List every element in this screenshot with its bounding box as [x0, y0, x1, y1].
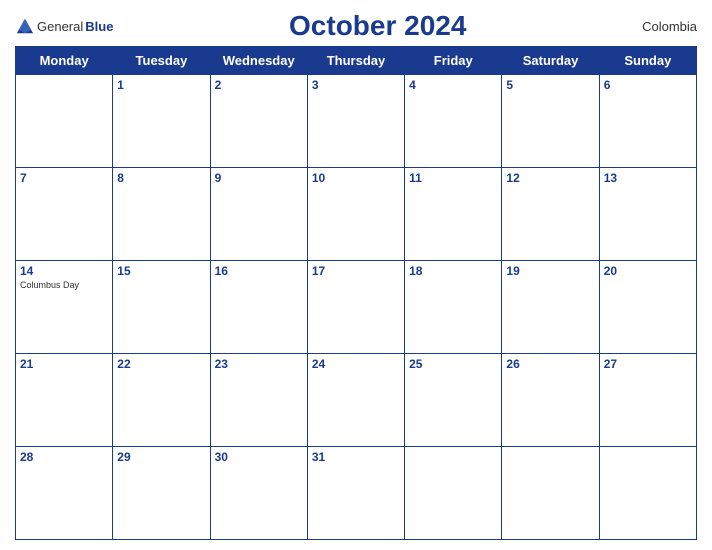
day-number: 1 — [117, 78, 205, 92]
table-row: 4 — [405, 75, 502, 168]
day-number: 7 — [20, 171, 108, 185]
table-row: 15 — [113, 261, 210, 354]
logo-area: General Blue — [15, 17, 113, 35]
title-area: October 2024 — [113, 10, 642, 42]
day-number: 31 — [312, 450, 400, 464]
day-number: 5 — [506, 78, 594, 92]
header-sunday: Sunday — [599, 47, 696, 75]
table-row: 27 — [599, 354, 696, 447]
day-number: 23 — [215, 357, 303, 371]
table-row — [405, 447, 502, 540]
table-row: 3 — [307, 75, 404, 168]
table-row: 31 — [307, 447, 404, 540]
table-row: 25 — [405, 354, 502, 447]
table-row: 16 — [210, 261, 307, 354]
table-row: 18 — [405, 261, 502, 354]
table-row: 29 — [113, 447, 210, 540]
header-monday: Monday — [16, 47, 113, 75]
day-number: 6 — [604, 78, 692, 92]
header-saturday: Saturday — [502, 47, 599, 75]
day-number: 21 — [20, 357, 108, 371]
header-tuesday: Tuesday — [113, 47, 210, 75]
table-row: 7 — [16, 168, 113, 261]
table-row: 22 — [113, 354, 210, 447]
logo-icon — [15, 17, 35, 35]
day-number: 12 — [506, 171, 594, 185]
table-row — [16, 75, 113, 168]
day-number: 2 — [215, 78, 303, 92]
day-number: 22 — [117, 357, 205, 371]
table-row: 2 — [210, 75, 307, 168]
day-number: 18 — [409, 264, 497, 278]
calendar-week-row: 123456 — [16, 75, 697, 168]
calendar-week-row: 789 10 11 12 13 — [16, 168, 697, 261]
table-row: 17 — [307, 261, 404, 354]
table-row: 26 — [502, 354, 599, 447]
day-number: 16 — [215, 264, 303, 278]
day-number: 13 — [604, 171, 692, 185]
table-row: 8 — [113, 168, 210, 261]
day-number: 9 — [215, 171, 303, 185]
day-number: 3 — [312, 78, 400, 92]
table-row: 5 — [502, 75, 599, 168]
table-row: 30 — [210, 447, 307, 540]
day-number: 19 — [506, 264, 594, 278]
table-row: 10 — [307, 168, 404, 261]
day-number: 14 — [20, 264, 108, 278]
calendar-header: General Blue October 2024 Colombia — [15, 10, 697, 42]
day-number: 28 — [20, 450, 108, 464]
logo-blue-text: Blue — [85, 19, 113, 34]
day-number: 4 — [409, 78, 497, 92]
calendar-week-row: 14 Columbus Day 15 16 17 18 19 20 — [16, 261, 697, 354]
table-row: 28 — [16, 447, 113, 540]
table-row: 13 — [599, 168, 696, 261]
header-thursday: Thursday — [307, 47, 404, 75]
calendar-week-row: 21 22 23 24 25 26 27 — [16, 354, 697, 447]
table-row: 24 — [307, 354, 404, 447]
table-row — [502, 447, 599, 540]
table-row: 20 — [599, 261, 696, 354]
table-row: 12 — [502, 168, 599, 261]
day-number: 20 — [604, 264, 692, 278]
table-row: 23 — [210, 354, 307, 447]
table-row: 1 — [113, 75, 210, 168]
table-row: 9 — [210, 168, 307, 261]
calendar-week-row: 28 29 30 31 — [16, 447, 697, 540]
table-row — [599, 447, 696, 540]
logo-general-text: General — [37, 19, 83, 34]
header-wednesday: Wednesday — [210, 47, 307, 75]
table-row: 11 — [405, 168, 502, 261]
day-number: 10 — [312, 171, 400, 185]
calendar-table: Monday Tuesday Wednesday Thursday Friday… — [15, 46, 697, 540]
day-number: 8 — [117, 171, 205, 185]
day-number: 25 — [409, 357, 497, 371]
logo: General Blue — [15, 17, 113, 35]
event-label: Columbus Day — [20, 280, 108, 290]
country-label: Colombia — [642, 19, 697, 34]
day-number: 29 — [117, 450, 205, 464]
table-row: 19 — [502, 261, 599, 354]
day-number: 26 — [506, 357, 594, 371]
weekday-header-row: Monday Tuesday Wednesday Thursday Friday… — [16, 47, 697, 75]
day-number: 30 — [215, 450, 303, 464]
calendar-title: October 2024 — [289, 10, 466, 41]
day-number: 24 — [312, 357, 400, 371]
day-number: 27 — [604, 357, 692, 371]
table-row: 14 Columbus Day — [16, 261, 113, 354]
day-number: 17 — [312, 264, 400, 278]
day-number: 11 — [409, 171, 497, 185]
day-number: 15 — [117, 264, 205, 278]
table-row: 6 — [599, 75, 696, 168]
table-row: 21 — [16, 354, 113, 447]
header-friday: Friday — [405, 47, 502, 75]
